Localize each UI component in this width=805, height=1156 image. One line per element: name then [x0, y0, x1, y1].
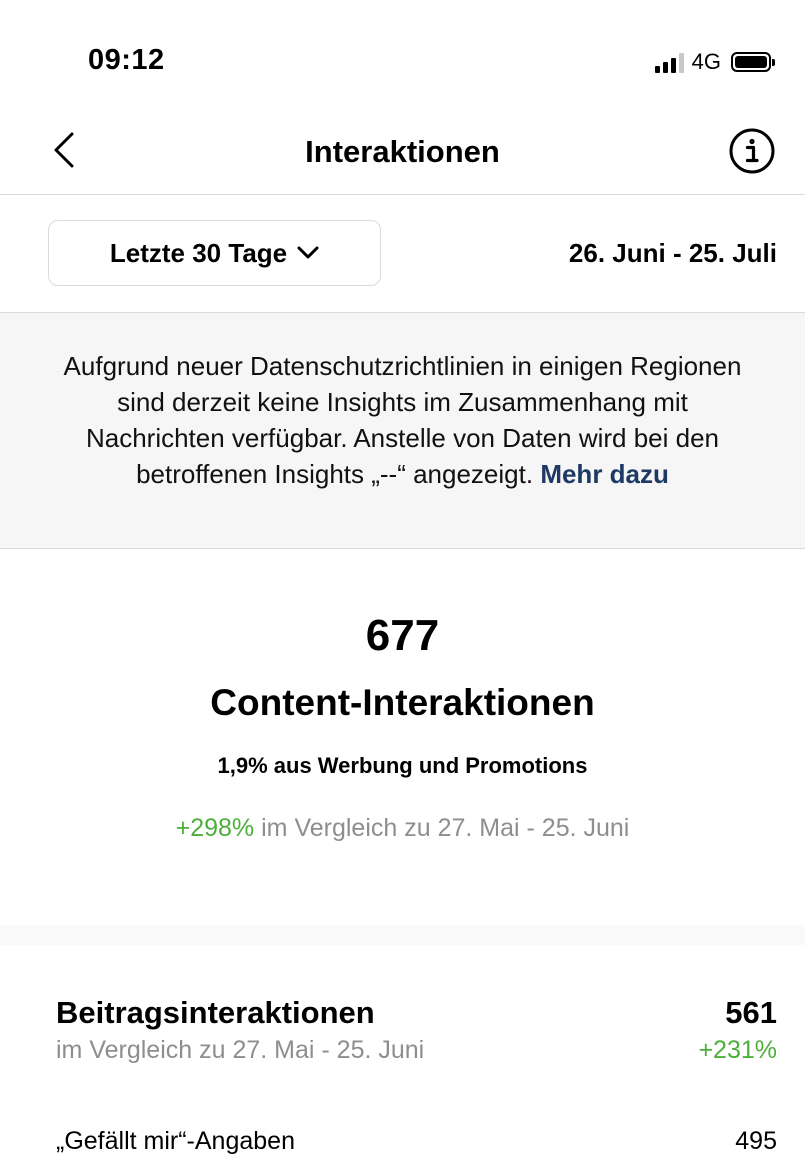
status-indicators: 4G [654, 48, 775, 76]
privacy-notice: Aufgrund neuer Datenschutzrichtlinien in… [0, 313, 805, 549]
info-icon [729, 128, 775, 174]
network-type: 4G [691, 49, 721, 74]
interactions-summary: 677 Content-Interaktionen 1,9% aus Werbu… [0, 549, 805, 925]
date-range-text: 26. Juni - 25. Juli [568, 238, 777, 268]
likes-value: 495 [735, 1127, 777, 1155]
page-title: Interaktionen [305, 134, 500, 169]
post-interactions-subtitle: im Vergleich zu 27. Mai - 25. Juni [56, 1036, 425, 1064]
likes-label: „Gefällt mir“-Angaben [56, 1127, 295, 1155]
ads-share-text: 1,9% aus Werbung und Promotions [217, 753, 588, 778]
info-button[interactable] [727, 126, 777, 176]
post-interactions-title: Beitragsinteraktionen [56, 995, 375, 1030]
nav-bar: Interaktionen [0, 110, 805, 195]
section-divider [0, 925, 805, 945]
total-interactions-value: 677 [365, 611, 440, 660]
comparison-period: im Vergleich zu 27. Mai - 25. Juni [261, 814, 630, 842]
filter-row: Letzte 30 Tage 26. Juni - 25. Juli [0, 195, 805, 313]
date-range-dropdown-label: Letzte 30 Tage [109, 237, 288, 268]
post-interactions-value: 561 [725, 995, 777, 1030]
date-range-dropdown[interactable]: Letzte 30 Tage [48, 220, 381, 286]
signal-icon [654, 51, 684, 73]
battery-icon [731, 52, 775, 72]
learn-more-link[interactable]: Mehr dazu [540, 459, 669, 489]
comparison-text: +298% im Vergleich zu 27. Mai - 25. Juni [0, 814, 805, 843]
chevron-down-icon [297, 246, 319, 259]
privacy-notice-text: Aufgrund neuer Datenschutzrichtlinien in… [60, 348, 745, 492]
status-bar: 09:12 4G [0, 0, 805, 110]
change-percentage: +298% [175, 814, 255, 842]
post-interactions-section: Beitragsinteraktionen 561 im Vergleich z… [0, 945, 805, 1155]
status-time: 09:12 [88, 44, 165, 76]
total-interactions-label: Content-Interaktionen [210, 682, 595, 723]
post-interactions-change: +231% [698, 1036, 777, 1064]
